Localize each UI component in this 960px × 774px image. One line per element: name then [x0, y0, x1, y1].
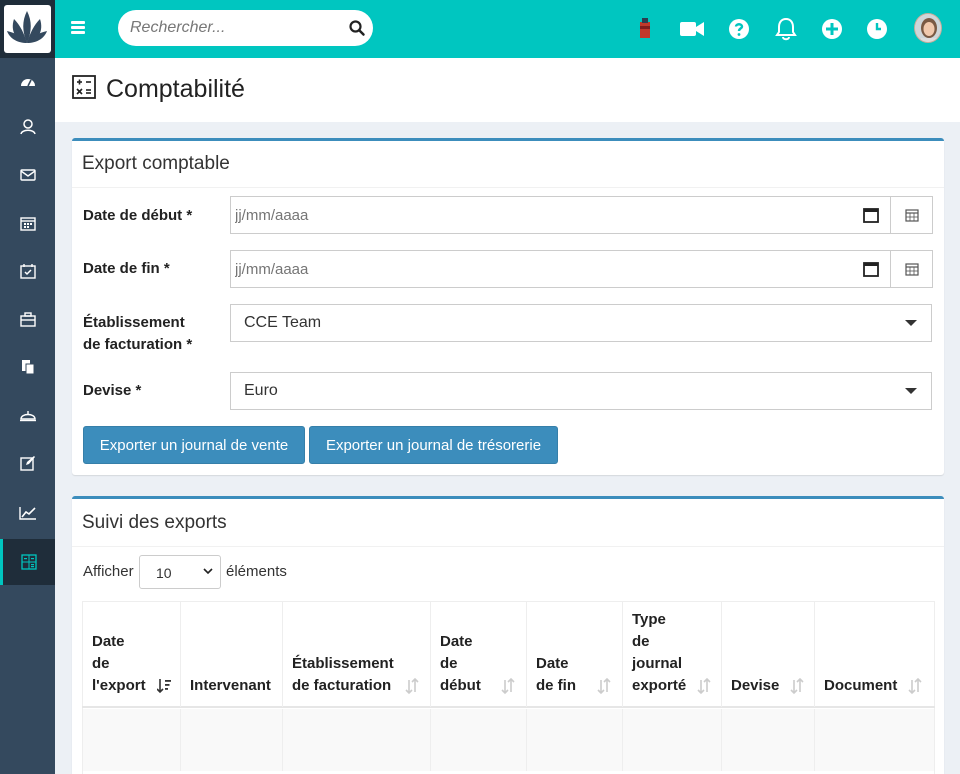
- th-export-date[interactable]: Date de l'export: [83, 601, 181, 707]
- th-document[interactable]: Document: [815, 601, 934, 707]
- sidebar-item-documents[interactable]: [0, 344, 55, 390]
- sidebar-item-accounting[interactable]: [0, 539, 55, 585]
- devise-label: Devise *: [83, 382, 142, 399]
- sidebar-item-calendar[interactable]: [0, 200, 55, 246]
- exports-card-title: Suivi des exports: [82, 512, 227, 533]
- sidebar-item-contacts[interactable]: [0, 104, 55, 150]
- sort-icon: [908, 677, 922, 695]
- th-intervenant[interactable]: Intervenant: [181, 601, 283, 707]
- documents-icon: [21, 360, 34, 375]
- stats-icon: [18, 507, 36, 520]
- th-etablissement[interactable]: Établissement de facturation: [283, 601, 431, 707]
- caret-down-icon: [905, 320, 917, 326]
- start-date-field: [230, 196, 933, 234]
- table-cell: [722, 709, 815, 771]
- notifications-icon[interactable]: [772, 15, 800, 43]
- calendar-icon: [904, 209, 919, 222]
- sort-icon: [501, 677, 515, 695]
- caret-down-icon: [905, 388, 917, 394]
- table-cell: [181, 709, 283, 771]
- table-cell: [527, 709, 623, 771]
- start-date-input[interactable]: [231, 197, 891, 233]
- page-title: Comptabilité: [106, 75, 245, 103]
- accounting-icon: [21, 554, 37, 570]
- sidebar-item-mail[interactable]: [0, 152, 55, 198]
- logo-icon: [7, 11, 47, 43]
- sort-icon: [790, 677, 804, 695]
- calendar-icon: [19, 217, 36, 231]
- sidebar-item-dashboard[interactable]: [0, 58, 55, 104]
- briefcase-icon: [19, 311, 36, 327]
- sidebar-item-briefcase[interactable]: [0, 296, 55, 342]
- end-date-calendar-button[interactable]: [890, 250, 933, 288]
- sidebar-item-edit[interactable]: [0, 440, 55, 486]
- export-card-title: Export comptable: [82, 153, 230, 174]
- etab-label: Établissement de facturation *: [83, 314, 193, 353]
- end-date-input[interactable]: [231, 251, 891, 287]
- page-length-select[interactable]: 10: [139, 555, 221, 589]
- search-icon[interactable]: [348, 19, 366, 37]
- services-icon: [19, 411, 36, 422]
- sidebar: [0, 58, 55, 774]
- sidebar-item-tasks[interactable]: [0, 248, 55, 294]
- table-cell: [283, 709, 431, 771]
- sort-icon: [405, 677, 419, 695]
- dashboard-icon: [20, 79, 35, 87]
- user-badge-icon[interactable]: [631, 15, 659, 43]
- chevron-down-icon: [203, 568, 213, 575]
- th-end-date[interactable]: Date de fin: [527, 601, 623, 707]
- table-cell: [815, 709, 934, 771]
- mail-icon: [19, 169, 36, 181]
- table-cell: [83, 709, 181, 771]
- contacts-icon: [19, 119, 36, 135]
- help-icon[interactable]: [725, 15, 753, 43]
- search-box: [118, 10, 373, 46]
- history-icon[interactable]: [863, 15, 891, 43]
- search-input[interactable]: [130, 10, 340, 46]
- end-date-field: [230, 250, 933, 288]
- avatar[interactable]: [914, 13, 942, 43]
- th-start-date[interactable]: Date de début: [431, 601, 527, 707]
- sort-desc-icon: [157, 679, 171, 694]
- add-icon[interactable]: [818, 15, 846, 43]
- length-prefix: Afficher: [83, 563, 134, 580]
- page-header: Comptabilité: [55, 58, 960, 122]
- export-sales-journal-button[interactable]: Exporter un journal de vente: [83, 426, 305, 464]
- native-calendar-icon[interactable]: [862, 206, 880, 224]
- etab-select-value: CCE Team: [244, 314, 322, 331]
- devise-select[interactable]: Euro: [230, 372, 932, 410]
- sort-icon: [597, 677, 611, 695]
- start-date-label: Date de début *: [83, 207, 193, 224]
- table-cell: [431, 709, 527, 771]
- tasks-icon: [19, 264, 36, 279]
- th-journal-type[interactable]: Type de journal exporté: [623, 601, 722, 707]
- sidebar-item-stats[interactable]: [0, 490, 55, 536]
- devise-select-value: Euro: [244, 382, 278, 399]
- sidebar-item-services[interactable]: [0, 392, 55, 438]
- length-suffix: éléments: [226, 563, 287, 580]
- etab-select[interactable]: CCE Team: [230, 304, 932, 342]
- sort-icon: [697, 677, 711, 695]
- top-bar: [0, 0, 960, 58]
- export-treasury-journal-button[interactable]: Exporter un journal de trésorerie: [309, 426, 558, 464]
- edit-icon: [19, 456, 35, 471]
- video-icon[interactable]: [678, 15, 706, 43]
- table-cell: [623, 709, 722, 771]
- page-length-value: 10: [156, 565, 172, 581]
- native-calendar-icon[interactable]: [862, 260, 880, 278]
- menu-toggle-icon[interactable]: [68, 18, 90, 38]
- calculator-icon: [72, 75, 96, 99]
- th-devise[interactable]: Devise: [722, 601, 815, 707]
- logo[interactable]: [0, 0, 55, 58]
- start-date-calendar-button[interactable]: [890, 196, 933, 234]
- calendar-icon: [904, 263, 919, 276]
- end-date-label: Date de fin *: [83, 260, 170, 277]
